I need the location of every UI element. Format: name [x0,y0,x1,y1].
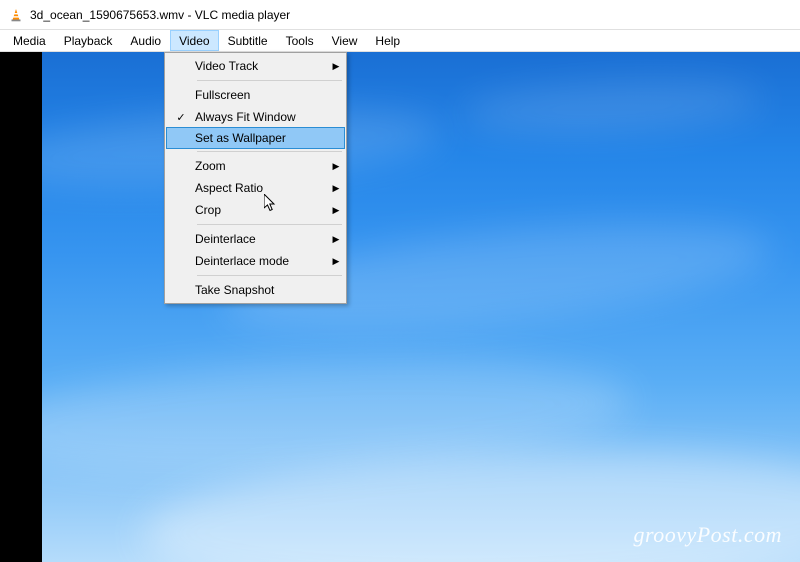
menu-aspect-ratio[interactable]: Aspect Ratio ▶ [167,177,344,199]
menu-separator [197,151,342,152]
menu-label: Fullscreen [195,88,344,102]
menu-label: Always Fit Window [195,110,344,124]
submenu-arrow-icon: ▶ [328,183,344,194]
menu-separator [197,275,342,276]
menu-media[interactable]: Media [4,30,55,51]
cloud-decoration [461,74,763,140]
vlc-icon [8,7,24,23]
video-dropdown-menu: Video Track ▶ Fullscreen ✓ Always Fit Wi… [164,52,347,304]
menu-always-fit-window[interactable]: ✓ Always Fit Window [167,106,344,128]
menu-audio[interactable]: Audio [121,30,170,51]
watermark-text: groovyPost.com [633,522,782,548]
submenu-arrow-icon: ▶ [328,205,344,216]
check-icon: ✓ [176,111,185,124]
menu-label: Aspect Ratio [195,181,328,195]
menu-set-as-wallpaper[interactable]: Set as Wallpaper [166,127,345,149]
menu-separator [197,224,342,225]
menu-help[interactable]: Help [366,30,409,51]
content-area: groovyPost.com [0,52,800,562]
menu-label: Take Snapshot [195,283,344,297]
menu-fullscreen[interactable]: Fullscreen [167,84,344,106]
menu-view[interactable]: View [323,30,367,51]
menu-playback[interactable]: Playback [55,30,122,51]
menu-label: Deinterlace mode [195,254,328,268]
menu-subtitle[interactable]: Subtitle [219,30,277,51]
video-surface[interactable]: groovyPost.com [42,52,800,562]
menu-deinterlace-mode[interactable]: Deinterlace mode ▶ [167,250,344,272]
menu-gutter: ✓ [167,111,195,124]
vlc-window: 3d_ocean_1590675653.wmv - VLC media play… [0,0,800,562]
menubar: Media Playback Audio Video Subtitle Tool… [0,30,800,52]
menu-deinterlace[interactable]: Deinterlace ▶ [167,228,344,250]
menu-label: Zoom [195,159,328,173]
submenu-arrow-icon: ▶ [328,61,344,72]
menu-label: Crop [195,203,328,217]
menu-video[interactable]: Video [170,30,218,51]
window-title: 3d_ocean_1590675653.wmv - VLC media play… [30,8,290,22]
menu-tools[interactable]: Tools [277,30,323,51]
submenu-arrow-icon: ▶ [328,256,344,267]
menu-label: Set as Wallpaper [195,131,343,145]
menu-video-track[interactable]: Video Track ▶ [167,55,344,77]
submenu-arrow-icon: ▶ [328,234,344,245]
titlebar: 3d_ocean_1590675653.wmv - VLC media play… [0,0,800,30]
menu-zoom[interactable]: Zoom ▶ [167,155,344,177]
menu-label: Deinterlace [195,232,328,246]
menu-separator [197,80,342,81]
submenu-arrow-icon: ▶ [328,161,344,172]
menu-crop[interactable]: Crop ▶ [167,199,344,221]
menu-label: Video Track [195,59,328,73]
menu-take-snapshot[interactable]: Take Snapshot [167,279,344,301]
